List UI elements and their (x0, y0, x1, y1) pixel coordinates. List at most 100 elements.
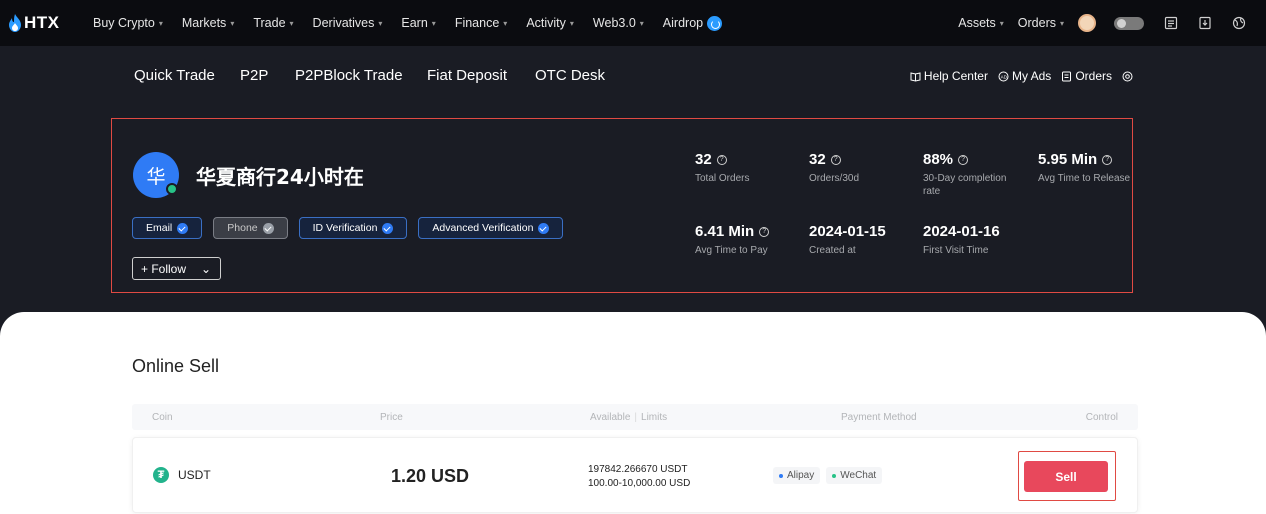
nav-airdrop[interactable]: Airdrop (663, 15, 723, 31)
htx-logo[interactable]: HTX (8, 13, 93, 33)
stat-created-at: 2024-01-15 Created at (809, 223, 914, 257)
help-circle-icon[interactable]: ? (716, 154, 727, 165)
stat-label: 30-Day completion rate (923, 173, 1007, 197)
column-header-control: Control (1085, 412, 1118, 423)
nav-markets[interactable]: Markets ▾ (182, 16, 234, 30)
orders-link[interactable]: Orders (1061, 69, 1112, 83)
nav-earn[interactable]: Earn ▾ (401, 16, 435, 30)
tether-icon: ₮ (153, 467, 169, 483)
nav-label: Buy Crypto (93, 16, 155, 30)
badge-label: Email (146, 222, 173, 234)
stat-value: 5.95 Min (1038, 151, 1098, 168)
nav-label: Trade (253, 16, 286, 30)
column-header-payment: Payment Method (841, 412, 917, 423)
stat-label: Avg Time to Release (1038, 173, 1131, 184)
online-status-icon (166, 183, 178, 195)
help-center-label: Help Center (923, 69, 988, 83)
settings-icon (1122, 71, 1133, 81)
chevron-down-icon: ▾ (639, 18, 644, 28)
download-icon[interactable] (1198, 16, 1212, 30)
stat-completion-rate: 88%? 30-Day completion rate (923, 151, 1023, 198)
p2p-sub-navigation: Quick Trade P2P P2PBlock Trade Fiat Depo… (0, 46, 1266, 106)
id-verification-badge: ID Verification (298, 217, 408, 239)
help-circle-icon[interactable]: ? (1102, 154, 1113, 165)
subnav-quick-trade[interactable]: Quick Trade (134, 67, 215, 84)
nav-label: Orders (1017, 16, 1056, 30)
stat-avg-time-pay: 6.41 Min? Avg Time to Pay (695, 223, 800, 257)
check-circle-icon (538, 222, 550, 234)
globe-icon[interactable] (1232, 16, 1246, 30)
table-header: Coin Price Available | Limits Payment Meth… (132, 404, 1138, 430)
settings-link[interactable] (1122, 71, 1133, 82)
available-amount: 197842.266670 USDT (588, 464, 688, 475)
check-circle-icon (262, 222, 274, 234)
online-sell-section: Online Sell Coin Price Available | Limits … (0, 312, 1266, 514)
subnav-p2p-block-trade[interactable]: P2PBlock Trade (295, 67, 403, 84)
stat-orders-30d: 32? Orders/30d (809, 151, 914, 185)
payment-label: Alipay (787, 470, 815, 481)
message-icon[interactable] (1164, 16, 1178, 30)
nav-assets[interactable]: Assets ▾ (958, 16, 1004, 30)
column-header-available: Available (590, 412, 631, 423)
stat-first-visit: 2024-01-16 First Visit Time (923, 223, 1028, 257)
payment-chip-alipay: Alipay (773, 467, 821, 484)
help-circle-icon[interactable]: ? (958, 154, 969, 165)
stat-value: 88% (923, 151, 954, 168)
chevron-down-icon: ⌄ (200, 261, 211, 276)
nav-label: Derivatives (312, 16, 375, 30)
nav-trade[interactable]: Trade ▾ (253, 16, 293, 30)
my-ads-label: My Ads (1011, 69, 1052, 83)
stat-label: Total Orders (695, 173, 750, 184)
chevron-down-icon: ▾ (569, 18, 574, 28)
theme-toggle-icon[interactable] (1114, 16, 1144, 30)
top-navigation-bar: HTX Buy Crypto ▾ Markets ▾ Trade ▾ Derivati… (0, 0, 1266, 46)
nav-activity[interactable]: Activity ▾ (526, 16, 574, 30)
verification-badges: Email Phone ID Verification Advanced Ver… (132, 217, 564, 239)
user-avatar-icon[interactable] (1078, 14, 1096, 32)
help-circle-icon[interactable]: ? (830, 154, 841, 165)
chevron-down-icon: ▾ (503, 18, 508, 28)
payment-methods-cell: Alipay WeChat (773, 467, 883, 484)
stat-label: Created at (809, 245, 856, 256)
nav-derivatives[interactable]: Derivatives ▾ (313, 16, 383, 30)
email-badge: Email (132, 217, 203, 239)
logo-text: HTX (24, 13, 60, 32)
stat-label: Avg Time to Pay (695, 245, 768, 256)
nav-orders[interactable]: Orders ▾ (1018, 16, 1064, 30)
chevron-down-icon: ▾ (999, 18, 1004, 28)
orders-label: Orders (1075, 69, 1112, 83)
help-circle-icon[interactable]: ? (759, 226, 770, 237)
column-header-coin: Coin (152, 412, 173, 423)
stat-value: 6.41 Min (695, 223, 755, 240)
chevron-down-icon: ▾ (158, 18, 163, 28)
chevron-down-icon: ▾ (378, 18, 383, 28)
wechat-dot-icon (832, 473, 837, 478)
nav-web3[interactable]: Web3.0 ▾ (593, 16, 644, 30)
help-center-link[interactable]: Help Center (910, 69, 988, 83)
nav-label: Earn (401, 16, 428, 30)
book-icon (910, 71, 921, 82)
stat-label: First Visit Time (923, 245, 989, 256)
follow-label: + Follow (141, 261, 187, 276)
stat-value: 2024-01-15 (809, 223, 886, 240)
advanced-verification-badge: Advanced Verification (418, 217, 564, 239)
follow-button[interactable]: + Follow ⌄ (132, 257, 221, 280)
subnav-fiat-deposit[interactable]: Fiat Deposit (427, 67, 507, 84)
payment-label: WeChat (840, 470, 877, 481)
available-limits-cell: 197842.266670 USDT 100.00-10,000.00 USD (588, 463, 690, 491)
stat-value: 32 (809, 151, 826, 168)
badge-label: Phone (227, 222, 258, 234)
nav-label: Web3.0 (592, 16, 636, 30)
nav-buy-crypto[interactable]: Buy Crypto ▾ (93, 16, 163, 30)
nav-finance[interactable]: Finance ▾ (455, 16, 508, 30)
subnav-p2p[interactable]: P2P (240, 67, 268, 84)
my-ads-link[interactable]: AD My Ads (998, 69, 1051, 83)
chevron-down-icon: ▾ (431, 18, 436, 28)
phone-badge: Phone (213, 217, 288, 239)
flame-icon (9, 14, 21, 32)
sell-button[interactable]: Sell (1024, 461, 1108, 492)
nav-label: Finance (454, 16, 500, 30)
coin-cell: ₮ USDT (153, 467, 211, 483)
limits-range: 100.00-10,000.00 USD (588, 478, 691, 489)
subnav-otc-desk[interactable]: OTC Desk (535, 67, 605, 84)
